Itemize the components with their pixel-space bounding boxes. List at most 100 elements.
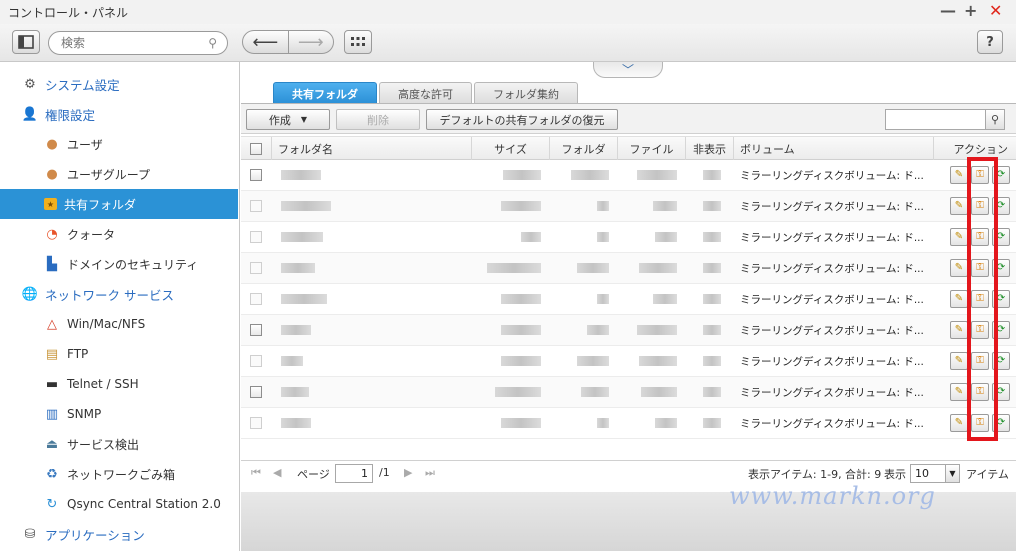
- collapse-toggle[interactable]: ﹀: [593, 62, 663, 78]
- column-size[interactable]: サイズ: [471, 137, 549, 160]
- sidebar-item-win-mac-nfs[interactable]: △ Win/Mac/NFS: [0, 309, 238, 339]
- create-button[interactable]: 作成 ▼: [246, 109, 330, 130]
- table-row[interactable]: ミラーリングディスクボリューム: ド... ✎ ⚿ ⟳: [241, 346, 1016, 377]
- sidebar-item-qsync[interactable]: ↻ Qsync Central Station 2.0: [0, 489, 238, 519]
- sidebar-item-label: ネットワークごみ箱: [67, 467, 176, 482]
- table-row[interactable]: ミラーリングディスクボリューム: ド... ✎ ⚿ ⟳: [241, 253, 1016, 284]
- table-row[interactable]: ミラーリングディスクボリューム: ド... ✎ ⚿ ⟳: [241, 315, 1016, 346]
- delete-button[interactable]: 削除: [336, 109, 420, 130]
- row-checkbox[interactable]: [250, 262, 262, 274]
- column-hidden[interactable]: 非表示: [685, 137, 733, 160]
- column-files[interactable]: ファイル: [617, 137, 685, 160]
- folder-name-cell[interactable]: [281, 284, 327, 314]
- table-row[interactable]: ミラーリングディスクボリューム: ド... ✎ ⚿ ⟳: [241, 191, 1016, 222]
- maximize-icon[interactable]: +: [964, 2, 977, 20]
- minimize-icon[interactable]: —: [940, 2, 956, 20]
- row-checkbox[interactable]: [250, 293, 262, 305]
- row-checkbox[interactable]: [250, 231, 262, 243]
- sidebar-item-ftp[interactable]: ▤ FTP: [0, 339, 238, 369]
- folder-name-cell[interactable]: [281, 315, 311, 345]
- tab-shared-folders[interactable]: 共有フォルダ: [273, 82, 377, 104]
- edit-icon[interactable]: ✎: [950, 321, 968, 339]
- filter-box[interactable]: ⚲: [885, 109, 1005, 130]
- tab-folder-aggregation[interactable]: フォルダ集約: [474, 82, 578, 104]
- hidden-cell: [703, 191, 721, 221]
- row-checkbox[interactable]: [250, 417, 262, 429]
- row-checkbox[interactable]: [250, 386, 262, 398]
- help-button[interactable]: ?: [977, 30, 1003, 54]
- folder-name-cell[interactable]: [281, 160, 321, 190]
- folder-name-cell[interactable]: [281, 377, 309, 407]
- search-icon[interactable]: ⚲: [208, 36, 217, 50]
- restore-default-folders-button[interactable]: デフォルトの共有フォルダの復元: [426, 109, 618, 130]
- next-page-icon[interactable]: ▶: [404, 466, 412, 479]
- search-icon[interactable]: ⚲: [985, 110, 1004, 129]
- folder-name-cell[interactable]: [281, 222, 323, 252]
- select-all-checkbox[interactable]: [241, 137, 271, 160]
- sidebar-item-domain-security[interactable]: ▙ ドメインのセキュリティ: [0, 249, 238, 279]
- sidebar-item-label: ユーザ: [67, 137, 103, 152]
- sidebar-item-network-services[interactable]: 🌐 ネットワーク サービス: [0, 279, 238, 309]
- sidebar-item-quota[interactable]: ◔ クォータ: [0, 219, 238, 249]
- sidebar-item-user-groups[interactable]: ● ユーザグループ: [0, 159, 238, 189]
- redacted-files: [655, 418, 677, 428]
- sidebar-item-system-settings[interactable]: ⚙ システム設定: [0, 69, 238, 99]
- sidebar: ⚙ システム設定 👤 権限設定 ● ユーザ ● ユーザグループ ★ 共有フォルダ ◔ クォー…: [0, 62, 240, 551]
- toolbar: ⚲ ⟵ ⟶ ?: [0, 24, 1016, 62]
- last-page-icon[interactable]: ⏭: [425, 466, 435, 480]
- folder-name-cell[interactable]: [281, 253, 315, 283]
- folder-name-cell[interactable]: [281, 191, 331, 221]
- layout-toggle-button[interactable]: [12, 30, 40, 54]
- folders-cell: [597, 408, 609, 438]
- page-number-input[interactable]: 1: [335, 464, 373, 483]
- grid-icon: [351, 37, 365, 46]
- column-folder-name[interactable]: フォルダ名: [271, 137, 471, 160]
- table-row[interactable]: ミラーリングディスクボリューム: ド... ✎ ⚿ ⟳: [241, 377, 1016, 408]
- checkbox[interactable]: [250, 142, 262, 155]
- sidebar-item-service-discovery[interactable]: ⏏ サービス検出: [0, 429, 238, 459]
- sidebar-item-privilege-settings[interactable]: 👤 権限設定: [0, 99, 238, 129]
- tab-advanced-permissions[interactable]: 高度な許可: [379, 82, 472, 104]
- row-checkbox[interactable]: [250, 355, 262, 367]
- table-row[interactable]: ミラーリングディスクボリューム: ド... ✎ ⚿ ⟳: [241, 222, 1016, 253]
- sidebar-item-users[interactable]: ● ユーザ: [0, 129, 238, 159]
- row-checkbox[interactable]: [250, 200, 262, 212]
- edit-icon[interactable]: ✎: [950, 228, 968, 246]
- row-checkbox[interactable]: [250, 324, 262, 336]
- back-icon[interactable]: ⟵: [243, 31, 288, 53]
- prev-page-icon[interactable]: ◀: [273, 466, 281, 479]
- edit-icon[interactable]: ✎: [950, 290, 968, 308]
- page-size-select[interactable]: 10 ▼: [910, 464, 960, 483]
- first-page-icon[interactable]: ⏮: [251, 466, 261, 480]
- folder-icon: ★: [44, 198, 57, 210]
- table-row[interactable]: ミラーリングディスクボリューム: ド... ✎ ⚿ ⟳: [241, 408, 1016, 439]
- sidebar-item-label: アプリケーション: [45, 527, 145, 543]
- column-volume[interactable]: ボリューム: [733, 137, 933, 160]
- apps-grid-button[interactable]: [344, 30, 372, 54]
- folder-name-cell[interactable]: [281, 408, 311, 438]
- folder-name-cell[interactable]: [281, 346, 303, 376]
- table-row[interactable]: ミラーリングディスクボリューム: ド... ✎ ⚿ ⟳: [241, 160, 1016, 191]
- edit-icon[interactable]: ✎: [950, 383, 968, 401]
- edit-icon[interactable]: ✎: [950, 259, 968, 277]
- redacted-folders: [597, 418, 609, 428]
- column-folders[interactable]: フォルダ: [549, 137, 617, 160]
- sidebar-item-applications[interactable]: ⛁ アプリケーション: [0, 519, 238, 549]
- sidebar-item-label: システム設定: [45, 77, 120, 93]
- search-input[interactable]: [61, 36, 201, 50]
- forward-icon[interactable]: ⟶: [287, 31, 334, 53]
- folders-cell: [587, 315, 609, 345]
- row-checkbox[interactable]: [250, 169, 262, 181]
- redacted-folder-name: [281, 325, 311, 335]
- edit-icon[interactable]: ✎: [950, 197, 968, 215]
- sidebar-item-shared-folders[interactable]: ★ 共有フォルダ: [0, 189, 238, 219]
- sidebar-item-telnet-ssh[interactable]: ▬ Telnet / SSH: [0, 369, 238, 399]
- edit-icon[interactable]: ✎: [950, 414, 968, 432]
- close-icon[interactable]: ✕: [989, 2, 1002, 20]
- table-row[interactable]: ミラーリングディスクボリューム: ド... ✎ ⚿ ⟳: [241, 284, 1016, 315]
- search-box[interactable]: ⚲: [48, 31, 228, 55]
- edit-icon[interactable]: ✎: [950, 166, 968, 184]
- sidebar-item-network-recycle-bin[interactable]: ♻ ネットワークごみ箱: [0, 459, 238, 489]
- sidebar-item-snmp[interactable]: ▥ SNMP: [0, 399, 238, 429]
- edit-icon[interactable]: ✎: [950, 352, 968, 370]
